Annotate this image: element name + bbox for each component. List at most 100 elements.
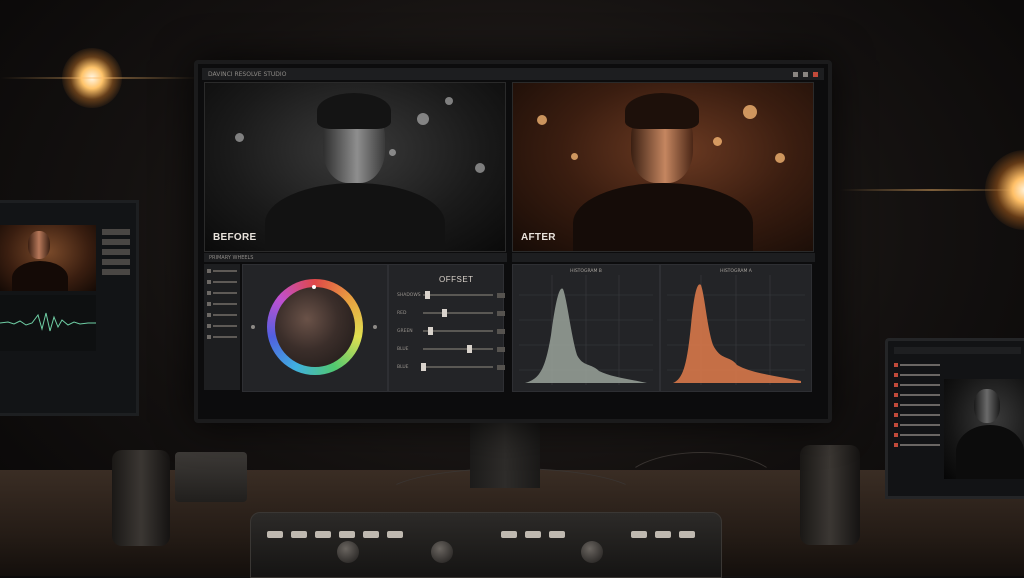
bokeh-light xyxy=(775,153,785,163)
node-item[interactable] xyxy=(207,321,237,330)
control-button[interactable] xyxy=(315,531,331,538)
record-icon xyxy=(894,412,898,417)
control-button[interactable] xyxy=(339,531,355,538)
subject-body xyxy=(573,183,753,251)
offset-slider[interactable]: GREEN xyxy=(397,327,505,335)
control-knob[interactable] xyxy=(581,541,603,563)
subject-hair xyxy=(317,93,391,129)
slider-label: RED xyxy=(397,310,407,316)
node-item[interactable] xyxy=(207,310,237,319)
bokeh-light xyxy=(743,105,757,119)
list-item[interactable] xyxy=(894,381,940,388)
node-item[interactable] xyxy=(207,332,237,341)
audio-interface xyxy=(175,452,247,502)
record-icon xyxy=(894,402,898,407)
slider-track[interactable] xyxy=(423,309,493,317)
slider-thumb[interactable] xyxy=(428,327,433,335)
control-button[interactable] xyxy=(363,531,379,538)
subject-body xyxy=(265,183,445,251)
histogram-after-title: HISTOGRAM A xyxy=(720,269,752,274)
node-item[interactable] xyxy=(207,288,237,297)
slider-value-box[interactable] xyxy=(497,292,505,298)
subject-hair xyxy=(625,93,699,129)
bokeh-light xyxy=(475,163,485,173)
app-title-bar: DAVINCI RESOLVE STUDIO xyxy=(202,68,824,80)
color-wheel-icon[interactable] xyxy=(267,279,363,375)
slider-label: BLUE xyxy=(397,346,409,352)
side-panel-row xyxy=(102,259,130,265)
slider-thumb[interactable] xyxy=(466,345,472,353)
offset-slider[interactable]: RED xyxy=(397,309,505,317)
reset-icon[interactable] xyxy=(251,325,255,329)
control-button[interactable] xyxy=(549,531,565,538)
control-button[interactable] xyxy=(501,531,517,538)
bokeh-light xyxy=(389,149,396,156)
slider-thumb[interactable] xyxy=(421,363,426,371)
side-panel-row xyxy=(102,269,130,275)
control-button[interactable] xyxy=(655,531,671,538)
control-knob[interactable] xyxy=(431,541,453,563)
window-maximize-icon[interactable] xyxy=(803,71,808,77)
histogram-before-panel: HISTOGRAM B xyxy=(512,264,660,392)
control-button[interactable] xyxy=(631,531,647,538)
list-item[interactable] xyxy=(894,431,940,438)
list-item[interactable] xyxy=(894,391,940,398)
record-icon xyxy=(894,362,898,367)
control-knob[interactable] xyxy=(337,541,359,563)
bokeh-light xyxy=(713,137,722,146)
record-icon xyxy=(894,382,898,387)
slider-value-box[interactable] xyxy=(497,346,505,352)
light-flare xyxy=(840,189,1024,191)
color-wheel-center[interactable] xyxy=(275,287,355,367)
laptop-node-list xyxy=(894,361,940,451)
offset-slider[interactable]: BLUE xyxy=(397,363,505,371)
slider-thumb[interactable] xyxy=(424,291,430,299)
control-button[interactable] xyxy=(387,531,403,538)
node-item[interactable] xyxy=(207,299,237,308)
laptop-toolbar xyxy=(894,347,1021,354)
bokeh-light xyxy=(235,133,244,142)
grading-control-panel[interactable] xyxy=(250,512,722,578)
bokeh-light xyxy=(571,153,578,160)
before-label: BEFORE xyxy=(213,232,257,243)
record-icon xyxy=(894,442,898,447)
list-item[interactable] xyxy=(894,411,940,418)
list-item[interactable] xyxy=(894,441,940,448)
secondary-monitor xyxy=(0,200,139,416)
window-close-icon[interactable] xyxy=(813,71,818,77)
node-item[interactable] xyxy=(207,277,237,286)
control-button[interactable] xyxy=(525,531,541,538)
slider-value-box[interactable] xyxy=(497,364,505,370)
control-button[interactable] xyxy=(267,531,283,538)
side-panel-row xyxy=(102,249,130,255)
slider-track[interactable] xyxy=(423,327,493,335)
slider-track[interactable] xyxy=(423,291,493,299)
node-item[interactable] xyxy=(207,266,237,275)
offset-slider[interactable]: BLUE xyxy=(397,345,505,353)
after-viewer[interactable]: AFTER xyxy=(512,82,814,252)
list-item[interactable] xyxy=(894,361,940,368)
slider-label: GREEN xyxy=(397,328,413,334)
slider-value-box[interactable] xyxy=(497,328,505,334)
slider-thumb[interactable] xyxy=(442,309,447,317)
control-button[interactable] xyxy=(291,531,307,538)
app-title: DAVINCI RESOLVE STUDIO xyxy=(208,70,287,78)
control-button[interactable] xyxy=(679,531,695,538)
list-item[interactable] xyxy=(894,421,940,428)
reset-icon[interactable] xyxy=(373,325,377,329)
scopes-panel-header xyxy=(512,253,815,262)
coffee-mug xyxy=(800,445,860,545)
laptop-video-preview xyxy=(944,379,1024,479)
wheel-handle[interactable] xyxy=(312,285,316,289)
laptop xyxy=(885,338,1024,499)
offset-slider[interactable]: SHADOWS xyxy=(397,291,505,299)
before-viewer[interactable]: BEFORE xyxy=(204,82,506,252)
window-minimize-icon[interactable] xyxy=(793,71,798,77)
slider-track[interactable] xyxy=(421,363,493,371)
waveform-graphic xyxy=(0,312,96,332)
slider-value-box[interactable] xyxy=(497,310,505,316)
list-item[interactable] xyxy=(894,371,940,378)
slider-track[interactable] xyxy=(423,345,493,353)
audio-waveform xyxy=(0,295,96,351)
list-item[interactable] xyxy=(894,401,940,408)
